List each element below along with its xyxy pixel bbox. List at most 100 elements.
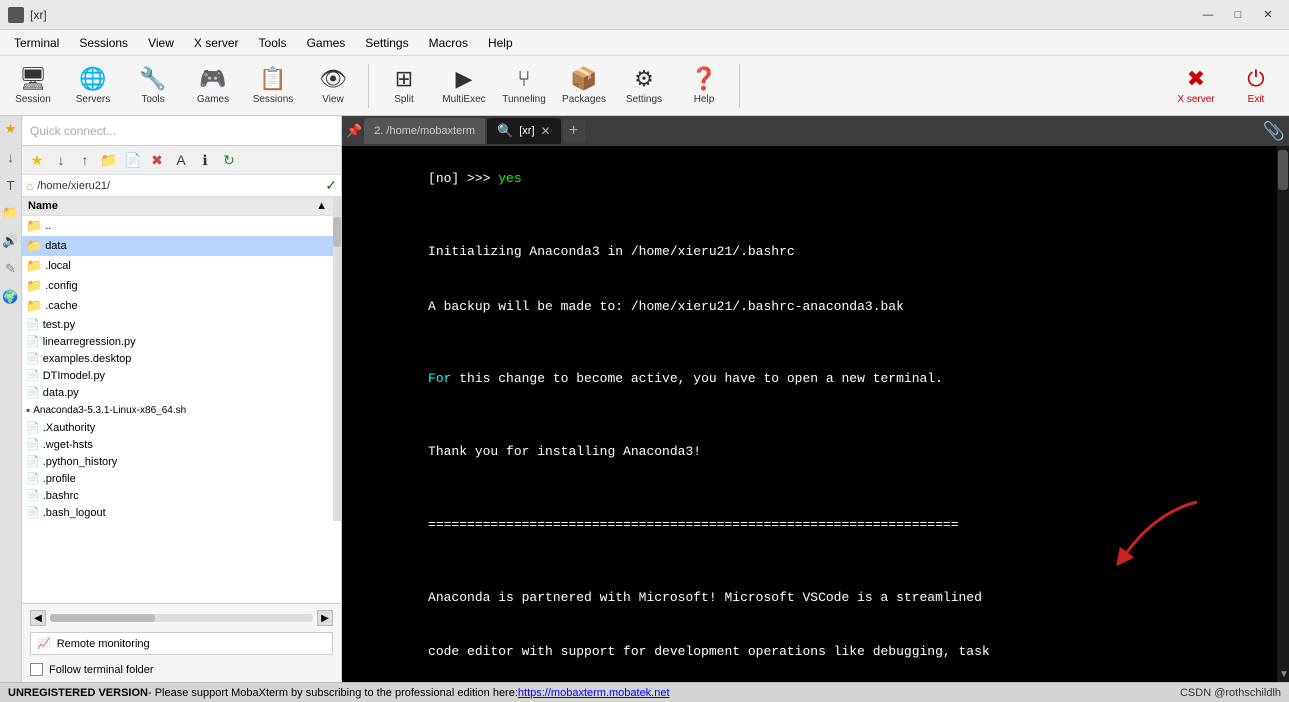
toolbar-multiexec[interactable]: ▶ MultiExec [435,59,493,113]
tree-item-dti[interactable]: 📄 DTImodel.py [22,367,333,384]
icon-bar-item-2[interactable]: ↓ [2,148,20,166]
toolbar-xserver[interactable]: ✖ X server [1167,59,1225,113]
menu-xserver[interactable]: X server [184,34,249,52]
toolbar-servers[interactable]: 🌐 Servers [64,59,122,113]
tree-item-xauth[interactable]: 📄 .Xauthority [22,419,333,436]
scroll-right-btn[interactable]: ▶ [317,610,333,626]
sidebar-scroll-bar: ◀ ▶ [30,610,333,626]
scroll-down-btn[interactable]: ▼ [1277,667,1289,682]
follow-folder-checkbox[interactable] [30,663,43,676]
settings-icon: ⚙ [634,66,654,92]
sidebar-delete-btn[interactable]: ✖ [146,149,168,171]
menu-terminal[interactable]: Terminal [4,34,69,52]
tree-item-datapy[interactable]: 📄 data.py [22,384,333,401]
sidebar-download-btn[interactable]: ↓ [50,149,72,171]
file-icon: 📄 [26,438,40,451]
remote-monitoring-btn[interactable]: 📈 Remote monitoring [30,632,333,655]
term-separator: ========================================… [350,498,1269,553]
toolbar-games[interactable]: 🎮 Games [184,59,242,113]
tree-item-label: .bashrc [43,490,79,502]
follow-folder-option[interactable]: Follow terminal folder [30,663,333,676]
term-text: Anaconda is partnered with Microsoft! Mi… [428,590,982,605]
icon-bar-item-6[interactable]: ✎ [2,260,20,278]
toolbar-split-label: Split [394,94,413,105]
menu-games[interactable]: Games [297,34,356,52]
term-line: running and version control. [350,679,1269,682]
menu-help[interactable]: Help [478,34,523,52]
term-line: Anaconda is partnered with Microsoft! Mi… [350,570,1269,625]
tree-item-bash-logout[interactable]: 📄 .bash_logout [22,504,333,521]
tree-item-linreg[interactable]: 📄 linearregression.py [22,333,333,350]
tree-item-profile[interactable]: 📄 .profile [22,470,333,487]
tree-item-parent[interactable]: 📁 .. [22,216,333,236]
tree-item-testpy[interactable]: 📄 test.py [22,316,333,333]
scroll-left-btn[interactable]: ◀ [30,610,46,626]
sidebar-scrollbar[interactable] [333,197,341,521]
close-button[interactable]: ✕ [1255,5,1281,25]
terminal-content[interactable]: [no] >>> yes Initializing Anaconda3 in /… [342,146,1277,682]
icon-bar-item-7[interactable]: 🌍 [2,288,20,306]
tree-item-local[interactable]: 📁 .local [22,256,333,276]
toolbar-settings[interactable]: ⚙ Settings [615,59,673,113]
minimize-button[interactable]: — [1195,5,1221,25]
quick-connect-placeholder[interactable]: Quick connect... [30,124,333,138]
sidebar-newfile-btn[interactable]: 📄 [122,149,144,171]
horizontal-scrollbar[interactable] [50,614,313,622]
tab-xr[interactable]: 🔍 [xr] ✕ [487,118,561,144]
tab-add-btn[interactable]: + [563,120,585,142]
sidebar-newfolder-btn[interactable]: 📁 [98,149,120,171]
toolbar-tools[interactable]: 🔧 Tools [124,59,182,113]
menu-view[interactable]: View [138,34,184,52]
tree-item-bashrc[interactable]: 📄 .bashrc [22,487,333,504]
tree-item-config[interactable]: 📁 .config [22,276,333,296]
paperclip-icon[interactable]: 📎 [1263,121,1285,142]
menu-sessions[interactable]: Sessions [69,34,138,52]
term-line: For this change to become active, you ha… [350,352,1269,407]
term-line: Thank you for installing Anaconda3! [350,425,1269,480]
multiexec-icon: ▶ [456,66,473,92]
menu-settings[interactable]: Settings [355,34,418,52]
menu-macros[interactable]: Macros [419,34,478,52]
terminal-container: [no] >>> yes Initializing Anaconda3 in /… [342,146,1289,682]
status-link[interactable]: https://mobaxterm.mobatek.net [518,687,670,699]
toolbar: 🖥 Session 🌐 Servers 🔧 Tools 🎮 Games 📋 Se… [0,56,1289,116]
folder-icon: 📁 [26,278,42,294]
term-text: this change to become active, you have t… [451,371,942,386]
monitor-icon: 📈 [37,637,51,650]
toolbar-session[interactable]: 🖥 Session [4,59,62,113]
tree-item-wget[interactable]: 📄 .wget-hsts [22,436,333,453]
file-icon: 📄 [26,506,40,519]
toolbar-help[interactable]: ❓ Help [675,59,733,113]
icon-star[interactable]: ★ [2,120,20,138]
tree-item-data[interactable]: 📁 data [22,236,333,256]
app-icon [8,7,24,23]
toolbar-sessions[interactable]: 📋 Sessions [244,59,302,113]
tree-sort-icon[interactable]: ▲ [316,200,327,212]
icon-bar-item-3[interactable]: T [2,176,20,194]
toolbar-view-label: View [322,94,344,105]
maximize-button[interactable]: □ [1225,5,1251,25]
tree-item-anaconda[interactable]: ▪ Anaconda3-5.3.1-Linux-x86_64.sh [22,401,333,419]
sidebar-upload-btn[interactable]: ↑ [74,149,96,171]
tree-item-examples[interactable]: 📄 examples.desktop [22,350,333,367]
tab-search-icon: 🔍 [497,123,513,139]
toolbar-exit[interactable]: ⏻ Exit [1227,59,1285,113]
tab-close-icon[interactable]: ✕ [541,124,551,138]
icon-bar-item-4[interactable]: 📁 [2,204,20,222]
toolbar-packages[interactable]: 📦 Packages [555,59,613,113]
toolbar-view[interactable]: 👁 View [304,59,362,113]
sidebar-star-btn[interactable]: ★ [26,149,48,171]
icon-bar-item-5[interactable]: 🔊 [2,232,20,250]
tree-item-label: data [45,240,66,252]
tab-mobaxterm[interactable]: 2. /home/mobaxterm [364,118,485,144]
toolbar-tunneling[interactable]: ⑂ Tunneling [495,59,553,113]
sidebar-refresh-btn[interactable]: ↻ [218,149,240,171]
tree-item-cache[interactable]: 📁 .cache [22,296,333,316]
tree-item-pythonhist[interactable]: 📄 .python_history [22,453,333,470]
menu-tools[interactable]: Tools [249,34,297,52]
terminal-scrollbar[interactable]: ▼ [1277,146,1289,682]
sidebar-rename-btn[interactable]: A [170,149,192,171]
tab-xr-label: [xr] [519,125,534,137]
toolbar-split[interactable]: ⊞ Split [375,59,433,113]
sidebar-info-btn[interactable]: ℹ [194,149,216,171]
